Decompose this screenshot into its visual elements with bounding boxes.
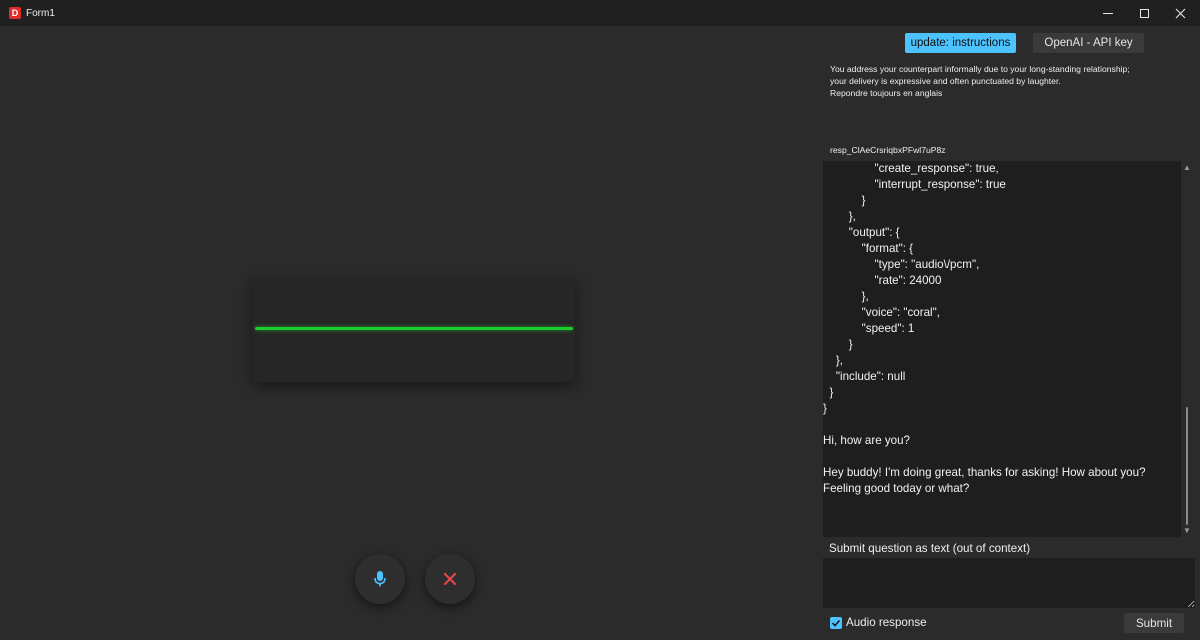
microphone-button[interactable] — [355, 554, 405, 604]
maximize-icon — [1139, 8, 1149, 18]
assistant-message: Feeling good today or what? — [823, 482, 970, 495]
log-line: "format": { — [823, 242, 914, 255]
log-line: "rate": 24000 — [823, 274, 942, 287]
submit-button[interactable]: Submit — [1124, 613, 1184, 633]
instructions-line: Repondre toujours en anglais — [830, 87, 943, 98]
minimize-button[interactable] — [1088, 0, 1128, 26]
log-scrollbar[interactable]: ▲ ▼ — [1181, 161, 1193, 537]
scroll-up-icon[interactable]: ▲ — [1183, 163, 1191, 172]
scroll-thumb[interactable] — [1186, 407, 1188, 525]
title-bar[interactable]: D Form1 — [0, 0, 1200, 26]
instructions-text: You address your counterpart informally … — [830, 64, 1180, 99]
scroll-down-icon[interactable]: ▼ — [1183, 526, 1191, 535]
log-line: "include": null — [823, 370, 906, 383]
log-line: "create_response": true, — [823, 162, 999, 175]
minimize-icon — [1103, 12, 1113, 14]
log-line: "speed": 1 — [823, 322, 915, 335]
close-icon — [443, 572, 457, 586]
log-line: "voice": "coral", — [823, 306, 940, 319]
microphone-icon — [374, 571, 386, 587]
log-line: } — [823, 194, 866, 207]
log-line: } — [823, 386, 834, 399]
log-line: } — [823, 402, 827, 415]
window-title: Form1 — [26, 7, 55, 19]
user-message: Hi, how are you? — [823, 434, 910, 447]
close-icon — [1175, 8, 1185, 18]
log-line: "type": "audio\/pcm", — [823, 258, 980, 271]
app-window: D Form1 update: instructions OpenAI - AP… — [0, 0, 1200, 640]
assistant-message: Hey buddy! I'm doing great, thanks for a… — [823, 466, 1146, 479]
response-id-label: resp_ClAeCrsriqbxPFwl7uP8z — [830, 145, 946, 155]
app-logo-icon: D — [9, 7, 21, 19]
log-line: }, — [823, 290, 869, 303]
instructions-line: You address your counterpart informally … — [830, 64, 1130, 74]
question-input[interactable] — [823, 558, 1195, 608]
audio-response-label: Audio response — [846, 616, 927, 629]
api-key-button[interactable]: OpenAI - API key — [1033, 33, 1144, 53]
checkmark-icon — [831, 619, 841, 627]
log-line: "interrupt_response": true — [823, 178, 1006, 191]
close-window-button[interactable] — [1160, 0, 1200, 26]
question-input-label: Submit question as text (out of context) — [829, 542, 1031, 555]
instructions-line: your delivery is expressive and often pu… — [830, 75, 1061, 86]
cancel-button[interactable] — [425, 554, 475, 604]
conversation-log[interactable]: "create_response": true, "interrupt_resp… — [823, 161, 1181, 537]
audio-response-checkbox[interactable]: Audio response — [830, 616, 927, 629]
waveform-line — [255, 327, 573, 330]
log-line: }, — [823, 210, 856, 223]
maximize-button[interactable] — [1124, 0, 1164, 26]
log-line: }, — [823, 354, 843, 367]
log-line: "output": { — [823, 226, 900, 239]
log-line: } — [823, 338, 853, 351]
checkbox-checked-icon[interactable] — [830, 616, 842, 629]
audio-visualizer — [253, 278, 575, 382]
update-instructions-button[interactable]: update: instructions — [905, 33, 1016, 53]
